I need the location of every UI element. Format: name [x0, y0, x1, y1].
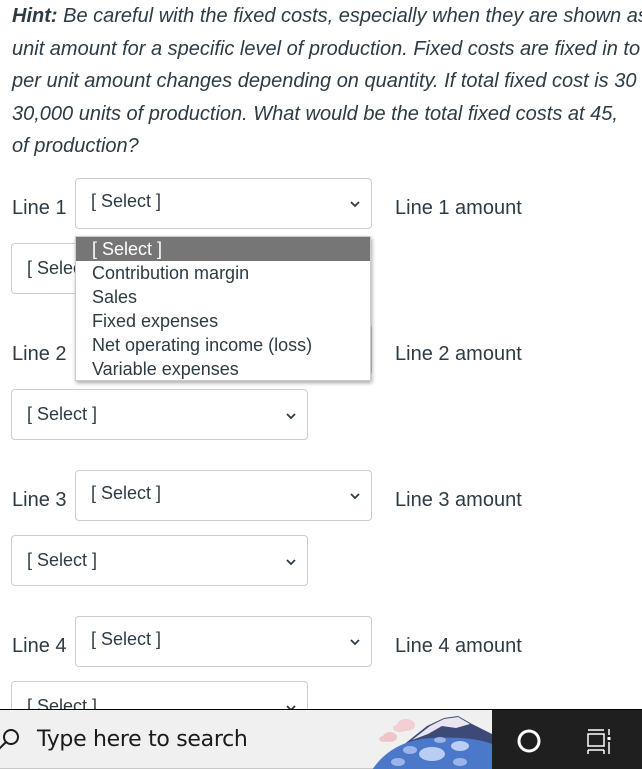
- chevron-down-icon: [349, 636, 361, 648]
- dropdown-option-contribution-margin[interactable]: Contribution margin: [76, 261, 370, 285]
- line-4-amount-label: Line 4 amount: [395, 635, 522, 657]
- chevron-down-icon: [285, 410, 297, 422]
- cortana-icon[interactable]: [516, 728, 542, 759]
- search-icon: [0, 728, 22, 757]
- dropdown-option-fixed-expenses[interactable]: Fixed expenses: [76, 309, 370, 333]
- line-3-label: Line 3: [12, 489, 67, 511]
- line-2-amount-select-value: [ Select ]: [27, 404, 98, 424]
- line-1-select-value: [ Select ]: [91, 191, 162, 211]
- line-1-label: Line 1: [12, 197, 67, 219]
- hint-line-3: per unit amount changes depending on qua…: [12, 70, 637, 92]
- line-1-dropdown-list[interactable]: [ Select ] Contribution margin Sales Fix…: [75, 236, 371, 381]
- line-3-amount-label: Line 3 amount: [395, 489, 522, 511]
- line-2-label: Line 2: [12, 343, 67, 365]
- chevron-down-icon: [285, 702, 297, 709]
- line-4-amount-select-value: [ Select ]: [27, 696, 98, 709]
- line-2-amount-select[interactable]: [ Select ]: [11, 389, 308, 440]
- taskbar-search-box[interactable]: Type here to search: [0, 710, 492, 769]
- quiz-page: Hint: Be careful with the fixed costs, e…: [0, 0, 642, 709]
- task-view-icon[interactable]: [586, 727, 614, 760]
- hint-line-1: Hint: Be careful with the fixed costs, e…: [12, 5, 642, 27]
- dropdown-option-variable-expenses[interactable]: Variable expenses: [76, 357, 370, 381]
- dropdown-option-sales[interactable]: Sales: [76, 285, 370, 309]
- scenery-widget-icon: [372, 710, 492, 769]
- hint-line-4: 30,000 units of production. What would b…: [12, 102, 618, 125]
- line-4-amount-select[interactable]: [ Select ]: [11, 681, 308, 709]
- hint-label: Hint:: [12, 5, 58, 27]
- line-2-amount-label: Line 2 amount: [395, 343, 522, 365]
- chevron-down-icon: [285, 556, 297, 568]
- dropdown-option-select[interactable]: [ Select ]: [76, 237, 370, 261]
- chevron-down-icon: [349, 490, 361, 502]
- hint-line-2: unit amount for a specific level of prod…: [12, 37, 641, 60]
- line-3-select[interactable]: [ Select ]: [75, 470, 372, 521]
- line-4-select[interactable]: [ Select ]: [75, 616, 372, 667]
- line-3-amount-select-value: [ Select ]: [27, 550, 98, 570]
- line-1-amount-label: Line 1 amount: [395, 197, 522, 219]
- hint-line-5: of production?: [12, 135, 139, 157]
- hint-text: Hint: Be careful with the fixed costs, e…: [12, 0, 642, 163]
- line-3-amount-select[interactable]: [ Select ]: [11, 535, 308, 586]
- taskbar: Type here to search: [0, 709, 642, 769]
- line-4-select-value: [ Select ]: [91, 629, 162, 649]
- search-placeholder: Type here to search: [37, 727, 248, 752]
- line-1-select[interactable]: [ Select ]: [75, 178, 372, 229]
- dropdown-option-net-operating-income[interactable]: Net operating income (loss): [76, 333, 370, 357]
- line-4-label: Line 4: [12, 635, 67, 657]
- chevron-down-icon: [349, 198, 361, 210]
- line-3-select-value: [ Select ]: [91, 483, 162, 503]
